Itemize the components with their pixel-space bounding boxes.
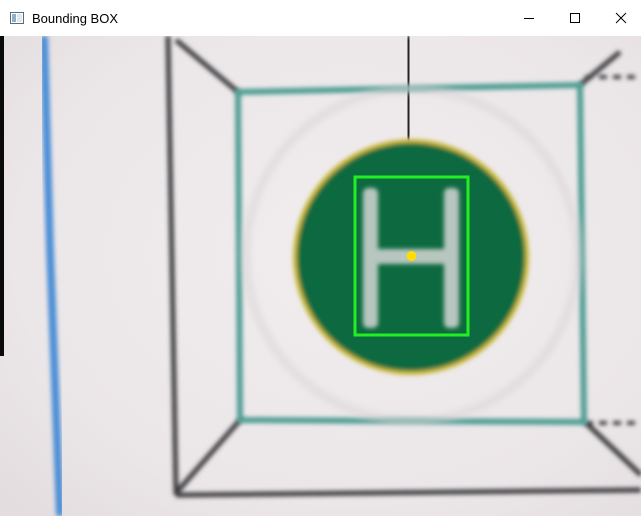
minimize-button[interactable]: [506, 0, 552, 36]
detection-center-point: [406, 251, 417, 261]
close-icon: [615, 12, 627, 24]
window-title: Bounding BOX: [32, 11, 119, 26]
app-window: Bounding BOX: [0, 0, 641, 516]
frame-edge-strip: [0, 36, 4, 356]
maximize-button[interactable]: [552, 0, 598, 36]
camera-frame: [0, 36, 641, 516]
camera-image: [0, 36, 641, 516]
minimize-icon: [524, 18, 534, 19]
title-bar[interactable]: Bounding BOX: [0, 0, 641, 36]
maximize-icon: [570, 13, 580, 23]
close-button[interactable]: [598, 0, 641, 36]
app-window-icon: [10, 12, 24, 24]
